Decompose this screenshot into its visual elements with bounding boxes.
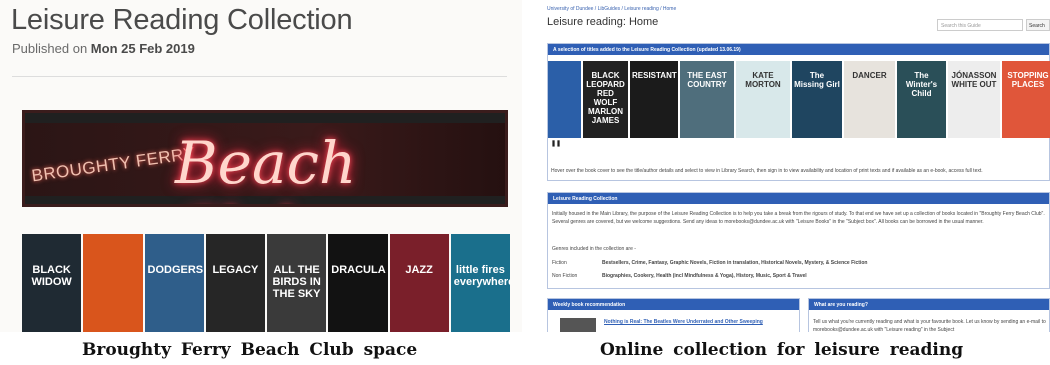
recommendation-link[interactable]: Nothing is Real: The Beatles Were Underr… bbox=[604, 318, 799, 326]
box-header: What are you reading? bbox=[809, 299, 1049, 310]
book-cover-title: LEGACY bbox=[212, 264, 259, 276]
divider bbox=[12, 76, 507, 77]
breadcrumb[interactable]: University of Dundee / LibGuides / Leisu… bbox=[547, 6, 676, 12]
book-cover-link[interactable]: RESISTANT bbox=[630, 61, 678, 138]
sign-big-text: Beach Club bbox=[175, 129, 357, 204]
book-cover-carousel: BLACK LEOPARD RED WOLF MARLON JAMES RESIS… bbox=[548, 61, 1050, 138]
book-cover-title: BLACK WIDOW bbox=[31, 264, 72, 288]
book-shelf-photo: BLACK WIDOW DODGERS LEGACY ALL THE BIRDS IN… bbox=[22, 234, 510, 332]
book-cover: LEGACY bbox=[205, 234, 265, 332]
box-footer-text: Hover over the book cover to see the tit… bbox=[551, 168, 983, 174]
book-cover-link[interactable]: The Missing Girl bbox=[792, 61, 842, 138]
book-cover-link[interactable]: KATE MORTON bbox=[736, 61, 790, 138]
neon-sign-photo: BROUGHTY FERRY Beach Club bbox=[22, 110, 508, 207]
box-header: Weekly book recommendation bbox=[548, 299, 799, 310]
cover-title: RESISTANT bbox=[632, 71, 677, 80]
cover-title: STOPPING PLACES bbox=[1007, 71, 1049, 89]
page-title: Leisure Reading Collection bbox=[11, 4, 353, 36]
fiction-label: Fiction bbox=[552, 260, 567, 266]
collection-info-box: Leisure Reading Collection Initially hou… bbox=[547, 192, 1050, 289]
book-cover-link[interactable]: THE EAST COUNTRY bbox=[680, 61, 734, 138]
left-caption: Broughty Ferry Beach Club space bbox=[82, 340, 418, 360]
book-cover-title: DODGERS bbox=[147, 264, 204, 276]
book-cover-title: little fires everywhere bbox=[453, 264, 510, 288]
cover-title: BLACK LEOPARD RED WOLF MARLON JAMES bbox=[586, 71, 625, 125]
collection-description: Initially housed in the Main Library, th… bbox=[552, 211, 1045, 225]
box-header: A selection of titles added to the Leisu… bbox=[548, 44, 1049, 55]
book-cover-link[interactable]: BLACK LEOPARD RED WOLF MARLON JAMES bbox=[583, 61, 628, 138]
genres-intro: Genres included in the collection are - bbox=[552, 246, 636, 252]
cover-title: DANCER bbox=[852, 71, 887, 80]
book-cover-title: DRACULA bbox=[331, 264, 386, 276]
what-reading-box: What are you reading? Tell us what you'r… bbox=[808, 298, 1050, 332]
fiction-genres: Bestsellers, Crime, Fantasy, Graphic Nov… bbox=[602, 260, 868, 266]
cover-title: THE EAST COUNTRY bbox=[687, 71, 727, 89]
cover-title: The Winter's Child bbox=[905, 71, 938, 98]
book-cover: JAZZ bbox=[389, 234, 449, 332]
weekly-recommendation-box: Weekly book recommendation Nothing is Re… bbox=[547, 298, 800, 332]
book-thumbnail[interactable] bbox=[560, 318, 596, 332]
cover-title: The Missing Girl bbox=[794, 71, 840, 89]
book-cover-link[interactable] bbox=[548, 61, 581, 138]
carousel-pause-icon[interactable]: ❚❚ bbox=[551, 140, 561, 147]
left-screenshot: Leisure Reading Collection Published on … bbox=[0, 0, 522, 332]
right-caption: Online collection for leisure reading bbox=[600, 340, 964, 360]
right-screenshot: University of Dundee / LibGuides / Leisu… bbox=[540, 0, 1050, 332]
book-cover-title: JAZZ bbox=[405, 264, 433, 276]
search-input[interactable]: Search this Guide bbox=[937, 19, 1023, 31]
search-button[interactable]: Search bbox=[1026, 19, 1050, 31]
cover-title: KATE MORTON bbox=[745, 71, 781, 89]
book-cover: DRACULA bbox=[328, 234, 388, 332]
book-cover: DODGERS bbox=[144, 234, 204, 332]
book-cover-link[interactable]: The Winter's Child bbox=[897, 61, 946, 138]
guide-title: Leisure reading: Home bbox=[547, 16, 659, 28]
book-cover-link[interactable]: DANCER bbox=[844, 61, 895, 138]
box-header: Leisure Reading Collection bbox=[548, 193, 1049, 204]
book-cover: BLACK WIDOW bbox=[22, 234, 82, 332]
book-cover-title: ALL THE BIRDS IN THE SKY bbox=[272, 264, 321, 300]
book-cover bbox=[83, 234, 143, 332]
what-reading-text: Tell us what you're currently reading an… bbox=[813, 319, 1046, 332]
cover-title: JÓNASSON WHITE OUT bbox=[951, 71, 997, 89]
book-cover: ALL THE BIRDS IN THE SKY bbox=[267, 234, 327, 332]
book-cover-link[interactable]: JÓNASSON WHITE OUT bbox=[948, 61, 1000, 138]
book-cover-link[interactable]: STOPPING PLACES bbox=[1002, 61, 1050, 138]
nonfiction-label: Non Fiction bbox=[552, 273, 578, 279]
book-cover: little fires everywhere bbox=[450, 234, 510, 332]
published-date: Published on Mon 25 Feb 2019 bbox=[12, 41, 195, 56]
nonfiction-genres: Biographies, Cookery, Health (incl Mindf… bbox=[602, 273, 807, 279]
